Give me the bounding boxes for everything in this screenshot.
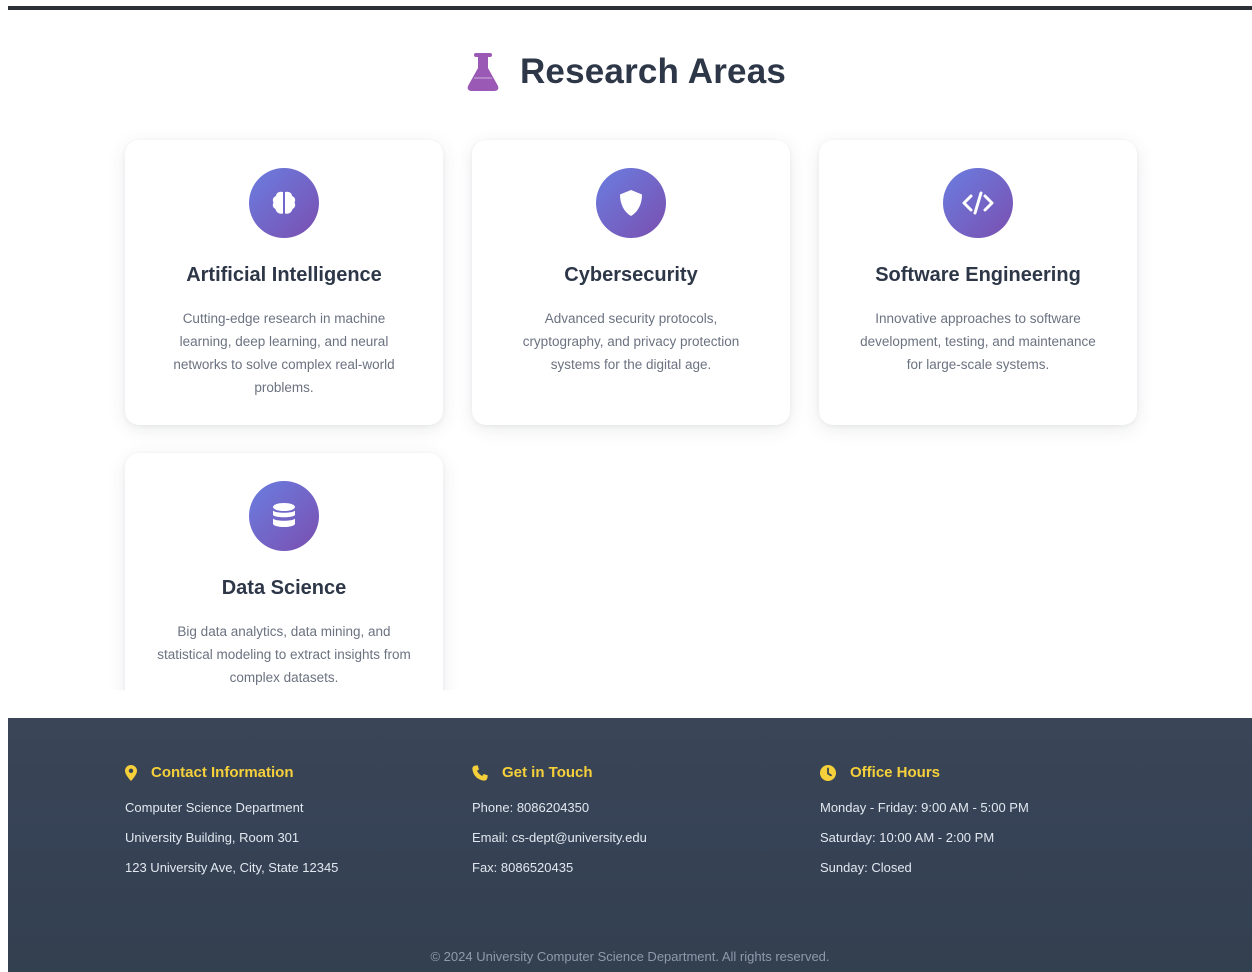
site-footer: Contact Information Computer Science Dep… bbox=[8, 718, 1252, 972]
flask-icon bbox=[467, 53, 499, 91]
page: Research Areas Artificial Intelligence C… bbox=[0, 0, 1252, 972]
card-description: Cutting-edge research in machine learnin… bbox=[173, 311, 395, 395]
research-areas-heading: Research Areas bbox=[0, 52, 1252, 92]
card-description: Big data analytics, data mining, and sta… bbox=[157, 624, 411, 685]
research-card-cybersecurity: Cybersecurity Advanced security protocol… bbox=[472, 140, 790, 425]
fax-number: Fax: 8086520435 bbox=[472, 860, 574, 875]
contact-line: University Building, Room 301 bbox=[125, 830, 300, 845]
contact-line: Computer Science Department bbox=[125, 800, 304, 815]
copyright-text: © 2024 University Computer Science Depar… bbox=[430, 949, 830, 964]
research-card-data-science: Data Science Big data analytics, data mi… bbox=[125, 453, 443, 690]
top-border bbox=[8, 6, 1252, 10]
contact-line: 123 University Ave, City, State 12345 bbox=[125, 860, 339, 875]
footer-title: Contact Information bbox=[151, 764, 294, 781]
database-icon bbox=[249, 481, 319, 551]
footer-get-in-touch: Get in Touch Phone: 8086204350 Email: cs… bbox=[472, 764, 772, 875]
phone-number: Phone: 8086204350 bbox=[472, 800, 590, 815]
footer-title: Office Hours bbox=[850, 764, 941, 781]
brain-icon bbox=[249, 168, 319, 238]
card-title: Artificial Intelligence bbox=[186, 264, 382, 286]
footer-heading-contact: Contact Information bbox=[125, 764, 425, 781]
research-card-software-engineering: Software Engineering Innovative approach… bbox=[819, 140, 1137, 425]
phone-icon bbox=[472, 764, 488, 781]
card-description: Advanced security protocols, cryptograph… bbox=[522, 311, 740, 372]
code-icon bbox=[943, 168, 1013, 238]
footer-heading-hours: Office Hours bbox=[820, 764, 1120, 781]
footer-contact: Contact Information Computer Science Dep… bbox=[125, 764, 425, 875]
hours-line: Monday - Friday: 9:00 AM - 5:00 PM bbox=[820, 800, 1029, 815]
research-card-ai: Artificial Intelligence Cutting-edge res… bbox=[125, 140, 443, 425]
hours-line: Saturday: 10:00 AM - 2:00 PM bbox=[820, 830, 995, 845]
card-title: Data Science bbox=[221, 577, 347, 599]
card-description: Innovative approaches to software develo… bbox=[860, 311, 1096, 372]
shield-icon bbox=[596, 168, 666, 238]
research-cards-grid: Artificial Intelligence Cutting-edge res… bbox=[0, 120, 1252, 690]
hours-line: Sunday: Closed bbox=[820, 860, 912, 875]
clock-icon bbox=[820, 764, 836, 781]
map-marker-icon bbox=[125, 764, 137, 781]
card-title: Cybersecurity bbox=[564, 264, 698, 286]
card-title: Software Engineering bbox=[875, 264, 1081, 286]
footer-office-hours: Office Hours Monday - Friday: 9:00 AM - … bbox=[820, 764, 1120, 875]
footer-title: Get in Touch bbox=[502, 764, 593, 781]
section-title: Research Areas bbox=[519, 52, 787, 91]
footer-heading-touch: Get in Touch bbox=[472, 764, 772, 781]
email-address[interactable]: Email: cs-dept@university.edu bbox=[472, 830, 772, 845]
